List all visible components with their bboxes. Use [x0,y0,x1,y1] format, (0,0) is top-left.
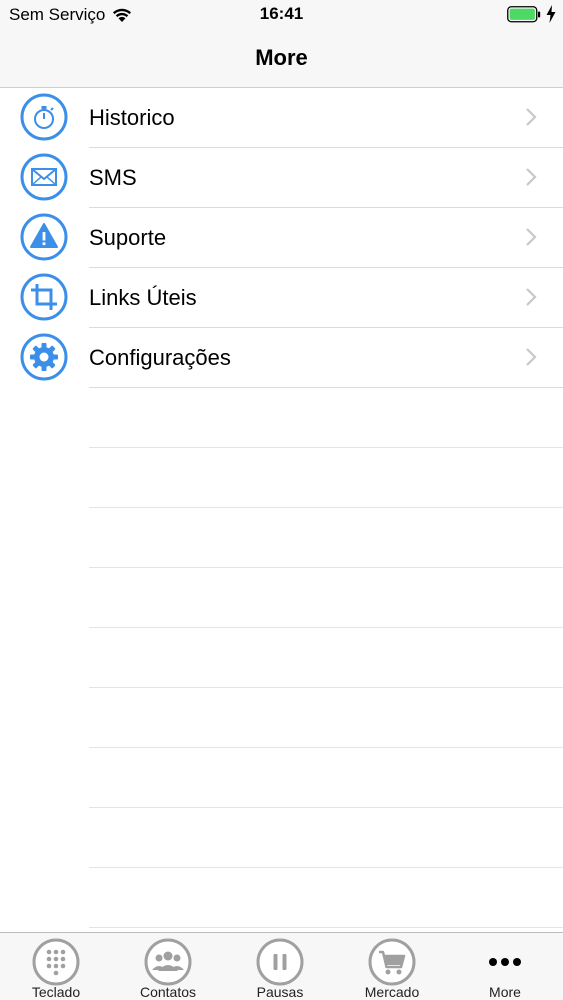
tab-contatos[interactable]: Contatos [112,933,224,1000]
menu-item-label: Links Úteis [89,285,197,310]
stopwatch-icon [20,93,68,141]
cart-icon [368,938,416,986]
tab-label: More [489,984,521,1000]
menu-item-historico[interactable]: Historico [20,88,563,148]
keypad-icon [32,938,80,986]
warning-icon [20,213,68,261]
empty-row [89,568,563,628]
empty-row [89,448,563,508]
chevron-right-icon [526,168,537,186]
tab-more[interactable]: More [449,933,561,1000]
empty-row [89,508,563,568]
menu-item-label: Configurações [89,345,231,370]
page-title: More [255,45,308,70]
menu-item-label: Historico [89,105,175,130]
tab-label: Teclado [31,984,81,1000]
tab-label: Pausas [256,984,304,1000]
menu-item-label: Suporte [89,225,167,250]
envelope-icon [20,153,68,201]
menu-item-suporte[interactable]: Suporte [20,208,563,268]
contacts-icon [144,938,192,986]
charging-bolt-icon [546,5,556,23]
chevron-right-icon [526,228,537,246]
empty-row [89,808,563,868]
menu-item-links-uteis[interactable]: Links Úteis [20,268,563,328]
tab-bar: Teclado Contatos Pausas Mercado More [0,932,563,1000]
empty-row [89,628,563,688]
crop-icon [20,273,68,321]
empty-row [89,688,563,748]
chevron-right-icon [526,288,537,306]
tab-teclado[interactable]: Teclado [0,933,112,1000]
menu-item-sms[interactable]: SMS [20,148,563,208]
more-menu-list: Historico SMS Suporte Links Úteis Config… [0,88,563,928]
menu-item-label: SMS [89,165,137,190]
tab-pausas[interactable]: Pausas [224,933,336,1000]
tab-mercado[interactable]: Mercado [336,933,448,1000]
clock-label: 16:41 [259,4,304,23]
menu-item-configuracoes[interactable]: Configurações [20,328,563,388]
empty-row [89,388,563,448]
chevron-right-icon [526,348,537,366]
more-screen: Sem Serviço 16:41 More Historico SMS Sup… [0,0,563,1000]
more-dots-icon [489,958,521,966]
battery-icon [507,6,541,23]
empty-row [89,868,563,928]
chevron-right-icon [526,108,537,126]
status-bar: Sem Serviço 16:41 [0,0,563,30]
gear-icon [20,333,68,381]
empty-row [89,748,563,808]
pause-icon [256,938,304,986]
tab-label: Contatos [139,984,197,1000]
navigation-bar: More [0,30,563,88]
tab-label: Mercado [364,984,420,1000]
